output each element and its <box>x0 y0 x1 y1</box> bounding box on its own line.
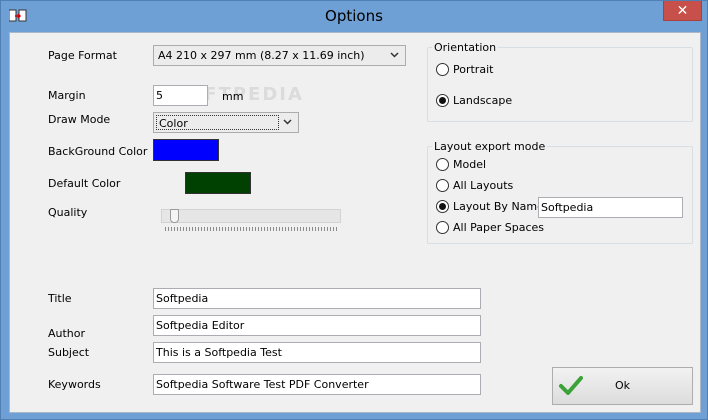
title-input[interactable]: Softpedia <box>153 288 481 309</box>
author-input[interactable]: Softpedia Editor <box>153 315 481 336</box>
radio-all-paper-spaces-label: All Paper Spaces <box>453 221 545 234</box>
radio-portrait[interactable]: Portrait <box>436 63 493 76</box>
layout-export-group-title: Layout export mode <box>432 140 548 153</box>
radio-all-layouts[interactable]: All Layouts <box>436 179 513 192</box>
radio-model[interactable]: Model <box>436 158 486 171</box>
radio-layout-by-name[interactable]: Layout By Name <box>436 200 544 213</box>
keywords-input[interactable]: Softpedia Software Test PDF Converter <box>153 374 481 395</box>
window-title: Options <box>325 7 383 25</box>
subject-label: Subject <box>48 346 90 359</box>
close-icon: ✕ <box>676 2 689 19</box>
title-label: Title <box>48 292 72 305</box>
radio-all-paper-spaces[interactable]: All Paper Spaces <box>436 221 544 234</box>
ok-button[interactable]: Ok <box>552 367 693 405</box>
draw-mode-label: Draw Mode <box>48 113 111 126</box>
radio-landscape-label: Landscape <box>453 94 513 107</box>
default-color-label: Default Color <box>48 177 121 190</box>
ok-button-label: Ok <box>614 379 631 392</box>
chevron-down-icon <box>283 119 292 125</box>
author-label: Author <box>48 327 86 340</box>
radio-all-layouts-label: All Layouts <box>453 179 514 192</box>
page-format-label: Page Format <box>48 49 117 62</box>
radio-portrait-label: Portrait <box>453 63 494 76</box>
radio-button-icon <box>436 94 449 107</box>
margin-unit: mm <box>222 90 244 103</box>
quality-slider-thumb[interactable] <box>170 209 179 223</box>
margin-label: Margin <box>48 89 86 102</box>
dialog-body: Page Format A4 210 x 297 mm (8.27 x 11.6… <box>9 32 701 413</box>
draw-mode-value: Color <box>159 117 188 130</box>
chevron-down-icon <box>390 52 399 58</box>
orientation-group <box>427 47 693 122</box>
draw-mode-select[interactable]: Color <box>153 112 299 133</box>
radio-button-icon <box>436 200 449 213</box>
radio-button-icon <box>436 179 449 192</box>
radio-model-label: Model <box>453 158 487 171</box>
page-format-select[interactable]: A4 210 x 297 mm (8.27 x 11.69 inch) <box>153 45 406 66</box>
close-button[interactable]: ✕ <box>663 1 702 21</box>
quality-label: Quality <box>48 206 88 219</box>
margin-input[interactable]: 5 <box>153 85 208 106</box>
options-window: Options ✕ Page Format A4 210 x 297 mm (8… <box>0 0 708 420</box>
quality-slider-track[interactable] <box>161 209 341 223</box>
radio-landscape[interactable]: Landscape <box>436 94 512 107</box>
radio-button-icon <box>436 158 449 171</box>
keywords-label: Keywords <box>48 378 101 391</box>
radio-button-icon <box>436 63 449 76</box>
background-color-label: BackGround Color <box>48 145 148 158</box>
default-color-swatch[interactable] <box>185 172 251 194</box>
page-format-value: A4 210 x 297 mm (8.27 x 11.69 inch) <box>158 49 365 62</box>
background-color-swatch[interactable] <box>153 139 219 161</box>
title-bar[interactable]: Options ✕ <box>1 1 707 32</box>
radio-layout-by-name-label: Layout By Name <box>453 200 544 213</box>
orientation-group-title: Orientation <box>432 41 499 54</box>
quality-slider-ticks <box>165 227 339 231</box>
subject-input[interactable]: This is a Softpedia Test <box>153 342 481 363</box>
radio-button-icon <box>436 221 449 234</box>
layout-name-input[interactable]: Softpedia <box>538 197 683 218</box>
